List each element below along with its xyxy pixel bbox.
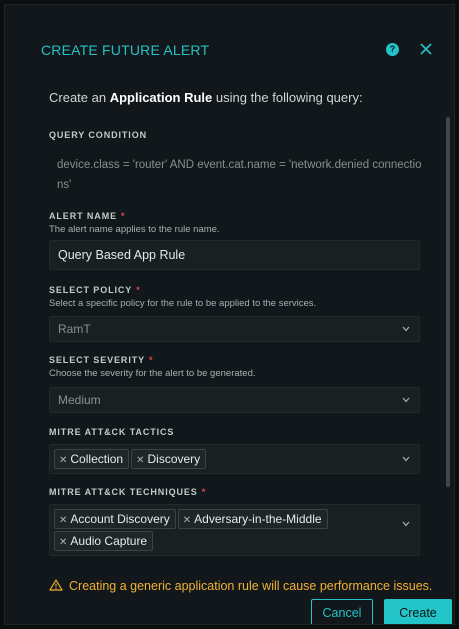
performance-warning: Creating a generic application rule will…	[49, 579, 432, 593]
technique-tag[interactable]: ✕ Account Discovery	[54, 509, 176, 529]
intro-prefix: Create an	[49, 90, 110, 105]
cancel-button[interactable]: Cancel	[311, 599, 373, 624]
tactic-tag[interactable]: ✕ Collection	[54, 449, 130, 469]
intro-text: Create an Application Rule using the fol…	[49, 90, 363, 105]
severity-select-value: Medium	[58, 393, 101, 407]
tactic-tag-label: Collection	[70, 452, 124, 466]
alert-name-input[interactable]: Query Based App Rule	[49, 240, 420, 270]
select-severity-helper: Choose the severity for the alert to be …	[49, 368, 256, 379]
required-marker: *	[136, 285, 141, 295]
policy-select[interactable]: RamT	[49, 316, 420, 342]
technique-tag-label: Audio Capture	[70, 534, 148, 548]
create-button[interactable]: Create	[384, 599, 452, 624]
severity-select[interactable]: Medium	[49, 387, 420, 413]
tactic-tag-label: Discovery	[147, 452, 201, 466]
select-policy-helper: Select a specific policy for the rule to…	[49, 298, 317, 309]
scrollbar-thumb[interactable]	[446, 117, 450, 487]
chevron-down-icon	[402, 397, 410, 403]
remove-tag-icon[interactable]: ✕	[136, 455, 144, 466]
scrollbar[interactable]	[446, 117, 450, 487]
warning-text: Creating a generic application rule will…	[69, 579, 433, 593]
mitre-techniques-multiselect[interactable]: ✕ Account Discovery ✕ Adversary-in-the-Midd…	[49, 504, 420, 556]
chevron-down-icon	[402, 521, 410, 527]
remove-tag-icon[interactable]: ✕	[59, 455, 67, 466]
intro-rule-type: Application Rule	[109, 90, 213, 105]
warning-triangle-icon	[49, 579, 63, 591]
required-marker: *	[121, 211, 126, 221]
mitre-tactics-multiselect[interactable]: ✕ Collection ✕ Discovery	[49, 444, 420, 474]
technique-tag-label: Adversary-in-the-Middle	[194, 512, 322, 526]
query-condition-label: QUERY CONDITION	[49, 130, 148, 140]
chevron-down-icon	[402, 326, 410, 332]
alert-name-helper: The alert name applies to the rule name.	[49, 224, 220, 235]
mitre-techniques-label-text: MITRE ATT&CK TECHNIQUES	[49, 487, 198, 497]
dialog-title: CREATE FUTURE ALERT	[41, 42, 210, 58]
technique-tag[interactable]: ✕ Adversary-in-the-Middle	[177, 509, 328, 529]
required-marker: *	[149, 355, 154, 365]
technique-tag-label: Account Discovery	[70, 512, 170, 526]
required-marker: *	[201, 487, 207, 497]
question-circle-icon[interactable]: ?	[386, 43, 399, 56]
chevron-down-icon	[402, 456, 410, 462]
select-severity-label-text: SELECT SEVERITY	[49, 355, 146, 365]
query-condition-text: device.class = 'router' AND event.cat.na…	[57, 159, 422, 191]
remove-tag-icon[interactable]: ✕	[59, 515, 67, 526]
alert-name-label-text: ALERT NAME	[49, 211, 117, 221]
policy-select-value: RamT	[58, 322, 91, 336]
technique-tag[interactable]: ✕ Audio Capture	[54, 531, 154, 551]
remove-tag-icon[interactable]: ✕	[183, 515, 191, 526]
intro-suffix: using the following query:	[212, 90, 363, 105]
remove-tag-icon[interactable]: ✕	[59, 537, 67, 548]
close-icon[interactable]	[419, 42, 433, 56]
dialog-header: CREATE FUTURE ALERT ?	[5, 5, 454, 95]
mitre-techniques-label: MITRE ATT&CK TECHNIQUES *	[49, 487, 206, 497]
select-policy-label-text: SELECT POLICY	[49, 285, 133, 295]
create-future-alert-dialog: CREATE FUTURE ALERT ? Create an Applicat…	[4, 4, 455, 625]
alert-name-label: ALERT NAME *	[49, 211, 125, 221]
select-severity-label: SELECT SEVERITY *	[49, 355, 153, 365]
select-policy-label: SELECT POLICY *	[49, 285, 141, 295]
tactic-tag[interactable]: ✕ Discovery	[131, 449, 207, 469]
mitre-tactics-label: MITRE ATT&CK TACTICS	[49, 427, 175, 437]
